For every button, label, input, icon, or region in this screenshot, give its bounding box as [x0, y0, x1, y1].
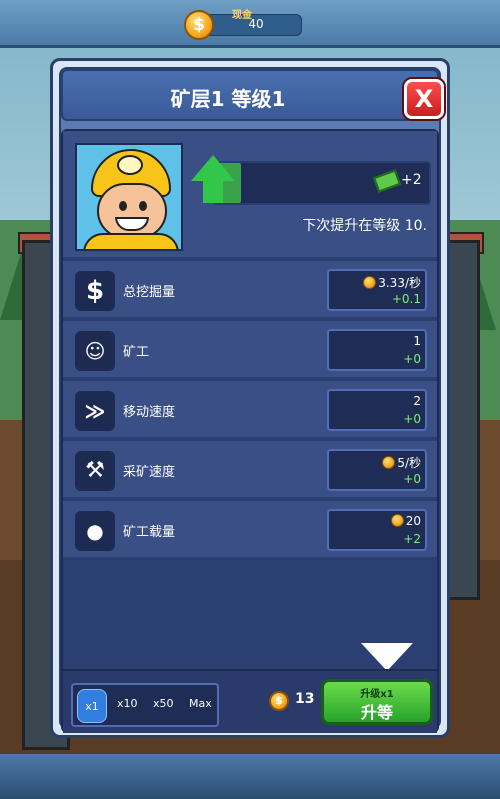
upgrade-button[interactable]: 升级x1 升等 [321, 679, 433, 725]
miner-avatar [75, 143, 183, 251]
dialog-title: 矿层1 等级1 [170, 87, 286, 111]
mouth [115, 217, 149, 231]
shirt [83, 233, 179, 249]
stat-delta: +0 [403, 412, 421, 426]
mine-header: +2 下次提升在等级 10. [63, 131, 437, 257]
face [97, 183, 167, 239]
dialog-content: +2 下次提升在等级 10. $ 总挖掘量 3.33/秒 +0.1 ☺ 矿工 1… [61, 129, 439, 733]
stat-label: 移动速度 [123, 405, 176, 420]
coin-icon [363, 276, 377, 289]
stat-value-text: 5/秒 [397, 456, 421, 470]
stat-row-miner-capacity: ● 矿工载量 20 +2 [63, 499, 437, 557]
stat-row-miners: ☺ 矿工 1 +0 [63, 319, 437, 377]
stat-value: 1 [413, 334, 421, 348]
cash-value: 40 [248, 17, 264, 31]
stat-label: 采矿速度 [123, 465, 176, 480]
level-up-arrow-stem [203, 181, 223, 203]
stat-delta: +2 [403, 532, 421, 546]
down-arrow-icon [361, 643, 413, 671]
upgrade-button-sub: 升级x1 [360, 689, 394, 700]
bag-icon: ● [75, 511, 115, 551]
stat-label: 矿工 [123, 345, 150, 360]
coin-icon: $ [184, 10, 214, 40]
upgrade-footer: x1 x10 x50 Max $ 13 升级x1 升等 [63, 669, 437, 733]
stat-value-box: 20 +2 [327, 509, 427, 551]
eye [139, 201, 147, 211]
reward-amount: +2 [401, 172, 422, 188]
coin-icon [382, 456, 396, 469]
dollar-icon: $ [75, 271, 115, 311]
stat-value-box: 5/秒 +0 [327, 449, 427, 491]
upgrade-cost: 13 [295, 691, 315, 707]
multiplier-x1[interactable]: x1 [77, 689, 107, 723]
stat-row-mining-speed: ⚒ 采矿速度 5/秒 +0 [63, 439, 437, 497]
level-up-arrow-icon [191, 155, 235, 181]
stat-value: 20 [329, 514, 421, 528]
stat-delta: +0 [403, 352, 421, 366]
stat-label: 矿工载量 [123, 525, 176, 540]
stat-row-move-speed: ≫ 移动速度 2 +0 [63, 379, 437, 437]
bottom-bar [0, 754, 500, 799]
multiplier-x50[interactable]: x50 [153, 697, 174, 710]
coin-icon [390, 514, 404, 527]
stat-value-text: 3.33/秒 [378, 276, 421, 290]
pickaxe-icon: ⚒ [75, 451, 115, 491]
upgrade-button-label: 升等 [360, 703, 393, 722]
stat-row-total-dig: $ 总挖掘量 3.33/秒 +0.1 [63, 259, 437, 317]
multiplier-selector: x1 x10 x50 Max [71, 683, 219, 727]
stat-value: 3.33/秒 [329, 274, 421, 291]
shoe-icon: ≫ [75, 391, 115, 431]
next-upgrade-text: 下次提升在等级 10. [302, 218, 427, 234]
lamp-icon [117, 155, 143, 175]
upgrade-dialog: 矿层1 等级1 X +2 下次提升在等级 10. $ 总挖掘量 3.33/秒 +… [50, 58, 450, 738]
coin-icon: $ [269, 691, 289, 711]
miner-icon: ☺ [75, 331, 115, 371]
stat-value: 5/秒 [329, 454, 421, 471]
eye [119, 201, 127, 211]
stat-label: 总挖掘量 [123, 285, 176, 300]
stat-value-box: 1 +0 [327, 329, 427, 371]
stat-delta: +0.1 [391, 292, 421, 306]
stat-value-box: 3.33/秒 +0.1 [327, 269, 427, 311]
stat-delta: +0 [403, 472, 421, 486]
dialog-title-bar: 矿层1 等级1 X [61, 69, 444, 121]
top-bar: $ 现金 40 [0, 0, 500, 48]
close-button[interactable]: X [404, 79, 444, 119]
stat-value: 2 [413, 394, 421, 408]
stat-value-text: 20 [405, 514, 421, 528]
stat-value-box: 2 +0 [327, 389, 427, 431]
multiplier-max[interactable]: Max [189, 697, 212, 710]
multiplier-x10[interactable]: x10 [117, 697, 138, 710]
